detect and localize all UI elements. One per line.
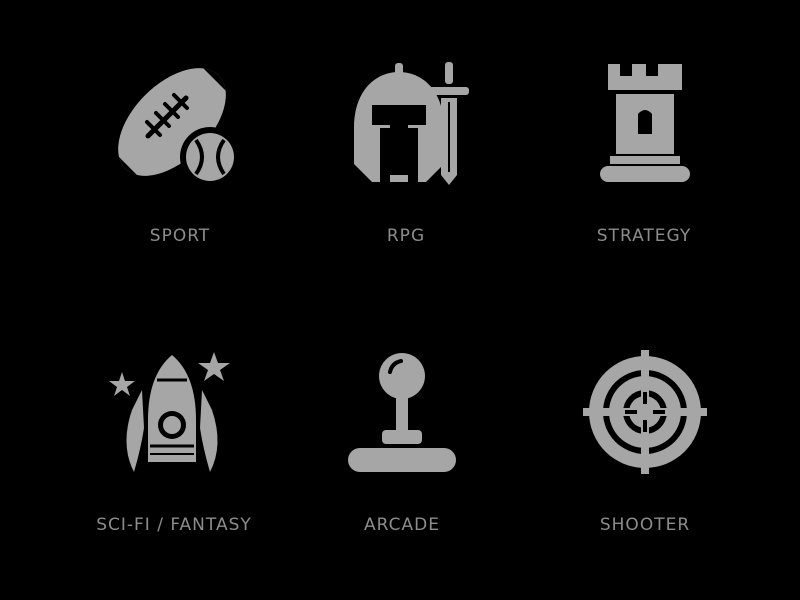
genre-label-rpg: RPG <box>386 226 426 246</box>
knight-helmet-with-sword-icon <box>350 60 475 190</box>
genre-label-shooter: SHOOTER <box>599 515 691 535</box>
genre-label-sci-fi-fantasy: SCI-FI / FANTASY <box>96 515 252 535</box>
game-genre-grid: SPORT RPG STRATEGY SCI-FI / FANTASY ARCA… <box>0 0 800 600</box>
genre-label-arcade: ARCADE <box>364 515 440 535</box>
genre-label-strategy: STRATEGY <box>596 226 692 246</box>
chess-rook-tower-icon <box>598 62 693 187</box>
crosshair-target-icon <box>583 350 708 475</box>
joystick-icon <box>346 352 461 477</box>
rocket-with-stars-icon <box>108 350 233 475</box>
genre-label-sport: SPORT <box>149 226 211 246</box>
american-football-with-baseball-icon <box>102 57 243 196</box>
